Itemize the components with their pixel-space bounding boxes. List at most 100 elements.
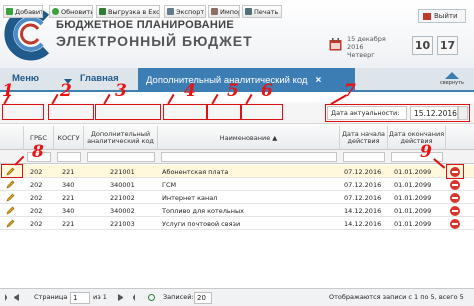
print-button-label: Печать	[254, 7, 279, 16]
cell-code: 340001	[110, 181, 135, 189]
refresh-button[interactable]: Обновить	[49, 5, 93, 18]
cell-code: 340002	[110, 207, 135, 215]
edit-pencil-icon[interactable]	[6, 206, 15, 215]
prev-page-icon[interactable]	[14, 294, 19, 301]
annotation-box-date	[325, 104, 470, 122]
excel-upload-label: Выгрузка в Exce	[108, 7, 160, 16]
cell-grbs: 202	[30, 220, 43, 228]
excel-icon	[99, 8, 106, 15]
annotation-label-8: 8	[32, 142, 44, 162]
annotation-label-7: 7	[344, 81, 356, 101]
refresh-button-label: Обновить	[61, 7, 93, 16]
delete-icon[interactable]	[450, 193, 460, 203]
annotation-box-import	[207, 104, 241, 120]
col-name[interactable]: Наименование ▲	[158, 126, 340, 150]
annotation-box-excel	[95, 104, 161, 120]
filter-name[interactable]	[161, 152, 337, 162]
annotation-label-4: 4	[184, 81, 196, 101]
annotation-box-print	[241, 104, 283, 120]
import-button[interactable]: Импорт	[208, 5, 240, 18]
cell-kosgu: 221	[62, 168, 75, 176]
table-row[interactable]: 202 340 340002 Топливо для котельных 14.12.2…	[0, 204, 474, 217]
edit-pencil-icon[interactable]	[6, 180, 15, 189]
delete-icon[interactable]	[450, 219, 460, 229]
annotation-label-5: 5	[227, 81, 239, 101]
export-button[interactable]: Экспорт	[164, 5, 206, 18]
cell-grbs: 202	[30, 181, 43, 189]
cell-kosgu: 221	[62, 220, 75, 228]
exit-button[interactable]: Выйти	[418, 9, 466, 23]
records-per-page-input[interactable]: 20	[194, 292, 212, 304]
collapse-button[interactable]: свернуть	[437, 72, 467, 90]
cell-kosgu: 221	[62, 194, 75, 202]
cell-end: 01.01.2099	[394, 194, 432, 202]
tab-additional-analytic-code[interactable]: Дополнительный аналитический код ×	[138, 68, 355, 92]
annotation-box-delete	[446, 164, 464, 179]
col-additional-code[interactable]: Дополнительный аналитический код	[84, 126, 158, 150]
clock-hours: 10	[412, 36, 433, 55]
cell-grbs: 202	[30, 168, 43, 176]
cell-start: 14.12.2016	[344, 207, 382, 215]
menu-link[interactable]: Меню	[12, 73, 39, 84]
page-input[interactable]: 1	[70, 292, 90, 304]
table-row[interactable]: 202 221 221001 Абонентская плата 07.12.2016 0…	[0, 165, 474, 178]
home-link[interactable]: Главная	[80, 73, 119, 84]
delete-icon[interactable]	[450, 180, 460, 190]
print-icon	[245, 8, 252, 15]
filter-code[interactable]	[87, 152, 155, 162]
cell-name: Абонентская плата	[162, 168, 229, 176]
col-kosgu[interactable]: КОСГУ	[54, 126, 84, 150]
collapse-arrow-icon	[445, 72, 459, 79]
date-day-month: 15 декабря	[347, 35, 386, 43]
filter-start-date[interactable]	[343, 152, 385, 162]
cell-end: 01.01.2099	[394, 207, 432, 215]
col-end-date[interactable]: Дата окончания действия	[388, 126, 446, 150]
brand-title-line1: БЮДЖЕТНОЕ ПЛАНИРОВАНИЕ	[56, 19, 234, 31]
first-page-icon[interactable]	[5, 294, 12, 301]
cell-kosgu: 340	[62, 181, 75, 189]
clock-minutes: 17	[437, 36, 458, 55]
cell-end: 01.01.2099	[394, 181, 432, 189]
reload-icon[interactable]	[148, 294, 155, 301]
cell-grbs: 202	[30, 207, 43, 215]
col-start-date[interactable]: Дата начала действия	[340, 126, 388, 150]
annotation-box-export	[163, 104, 207, 120]
records-summary: Отображаются записи с 1 по 5, всего 5	[329, 293, 464, 301]
import-icon	[211, 8, 218, 15]
calendar-icon	[329, 38, 342, 51]
cell-name: Интернет канал	[162, 194, 218, 202]
annotation-label-6: 6	[261, 81, 273, 101]
exit-label: Выйти	[434, 12, 458, 20]
edit-pencil-icon[interactable]	[6, 193, 15, 202]
cell-start: 07.12.2016	[344, 168, 382, 176]
print-button[interactable]: Печать	[242, 5, 282, 18]
cell-end: 01.01.2099	[394, 168, 432, 176]
annotation-label-3: 3	[115, 81, 127, 101]
next-page-icon[interactable]	[118, 294, 123, 301]
last-page-icon[interactable]	[128, 294, 135, 301]
cell-code: 221001	[110, 168, 135, 176]
cell-start: 07.12.2016	[344, 181, 382, 189]
collapse-label: свернуть	[439, 80, 465, 86]
filter-kosgu[interactable]	[57, 152, 81, 162]
import-button-label: Импорт	[220, 7, 239, 16]
cell-name: Услуги почтовой связи	[162, 220, 241, 228]
add-button-label: Добавить	[15, 7, 42, 16]
cell-start: 14.12.2016	[344, 220, 382, 228]
date-weekday: Четверг	[347, 51, 375, 59]
delete-icon[interactable]	[450, 206, 460, 216]
filter-row	[0, 150, 474, 164]
export-button-label: Экспорт	[176, 7, 205, 16]
brand-title-line2: ЭЛЕКТРОННЫЙ БЮДЖЕТ	[56, 33, 253, 49]
tab-close-icon[interactable]: ×	[315, 75, 321, 86]
cell-code: 221002	[110, 194, 135, 202]
edit-pencil-icon[interactable]	[6, 219, 15, 228]
table-row[interactable]: 202 221 221003 Услуги почтовой связи 14.12.2…	[0, 217, 474, 230]
excel-upload-button[interactable]: Выгрузка в Exce	[96, 5, 160, 18]
cell-kosgu: 340	[62, 207, 75, 215]
pagination-bar: Страница 1 из 1 Записей: 20 Отображаются…	[0, 288, 474, 306]
table-row[interactable]: 202 221 221002 Интернет канал 07.12.2016 01.0…	[0, 191, 474, 204]
table-row[interactable]: 202 340 340001 ГСМ 07.12.2016 01.01.2099	[0, 178, 474, 191]
annotation-label-1: 1	[2, 81, 14, 101]
add-button[interactable]: Добавить	[3, 5, 43, 18]
